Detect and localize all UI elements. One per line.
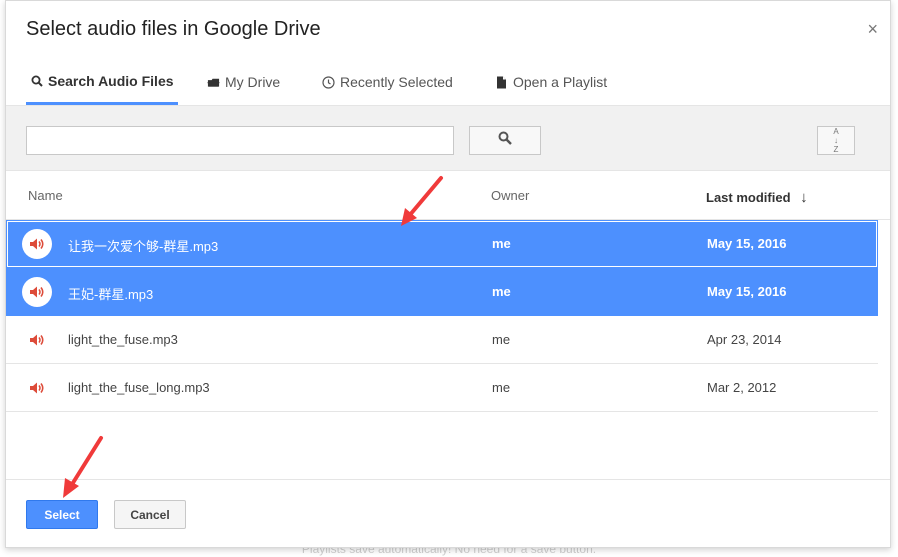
file-name: light_the_fuse.mp3 <box>68 332 178 347</box>
clock-icon <box>322 75 335 89</box>
table-row[interactable]: light_the_fuse_long.mp3 me Mar 2, 2012 <box>6 364 878 412</box>
tab-open-a-playlist[interactable]: Open a Playlist <box>495 59 607 105</box>
dialog-footer: Select Cancel <box>6 479 890 549</box>
audio-file-icon <box>22 373 52 403</box>
file-name: 让我一次爱个够-群星.mp3 <box>68 239 219 254</box>
search-icon <box>30 74 43 87</box>
tab-my-drive[interactable]: My Drive <box>207 59 280 105</box>
file-modified-date: Apr 23, 2014 <box>707 332 782 347</box>
cancel-button[interactable]: Cancel <box>114 500 186 529</box>
file-owner: me <box>492 380 511 395</box>
table-header: Name Owner Last modified ↓ <box>6 171 890 220</box>
file-owner: me <box>492 236 511 251</box>
column-label: Last modified <box>706 190 791 205</box>
audio-file-icon <box>22 229 52 259</box>
tab-label: Recently Selected <box>340 74 453 90</box>
search-toolbar: A↓Z <box>6 105 890 171</box>
column-owner-header[interactable]: Owner <box>491 188 529 203</box>
select-button[interactable]: Select <box>26 500 98 529</box>
tab-bar: Search Audio Files My Drive Recently Sel… <box>6 59 890 105</box>
tab-label: Search Audio Files <box>48 72 174 89</box>
table-row[interactable]: 王妃-群星.mp3 me May 15, 2016 <box>6 268 878 316</box>
search-input[interactable] <box>26 126 454 155</box>
drive-icon <box>207 76 220 89</box>
table-row[interactable]: light_the_fuse.mp3 me Apr 23, 2014 <box>6 316 878 364</box>
tab-recently-selected[interactable]: Recently Selected <box>322 59 453 105</box>
audio-file-icon <box>22 277 52 307</box>
search-icon <box>498 131 512 150</box>
document-icon <box>495 76 508 89</box>
file-modified-date: Mar 2, 2012 <box>707 380 777 395</box>
sort-az-button[interactable]: A↓Z <box>817 126 855 155</box>
file-owner: me <box>492 284 511 299</box>
tab-search-audio-files[interactable]: Search Audio Files <box>26 59 178 105</box>
audio-file-icon <box>22 325 52 355</box>
column-last-modified-header[interactable]: Last modified ↓ <box>706 189 808 206</box>
dialog-title: Select audio files in Google Drive <box>26 18 321 40</box>
tab-label: My Drive <box>225 74 281 90</box>
table-row[interactable]: 让我一次爱个够-群星.mp3 me May 15, 2016 <box>6 220 878 268</box>
google-drive-picker-dialog: Select audio files in Google Drive × Sea… <box>5 0 891 548</box>
column-name-header[interactable]: Name <box>28 188 63 203</box>
close-icon[interactable]: × <box>867 19 878 40</box>
file-modified-date: May 15, 2016 <box>707 284 787 299</box>
tab-label: Open a Playlist <box>513 74 608 90</box>
file-modified-date: May 15, 2016 <box>707 236 787 251</box>
search-button[interactable] <box>469 126 541 155</box>
file-list: 让我一次爱个够-群星.mp3 me May 15, 2016 王妃-群星.mp3… <box>6 220 878 412</box>
sort-az-icon: A↓Z <box>831 127 841 154</box>
sort-descending-icon: ↓ <box>800 189 808 206</box>
file-owner: me <box>492 332 511 347</box>
file-name: 王妃-群星.mp3 <box>68 287 154 302</box>
file-name: light_the_fuse_long.mp3 <box>68 380 210 395</box>
